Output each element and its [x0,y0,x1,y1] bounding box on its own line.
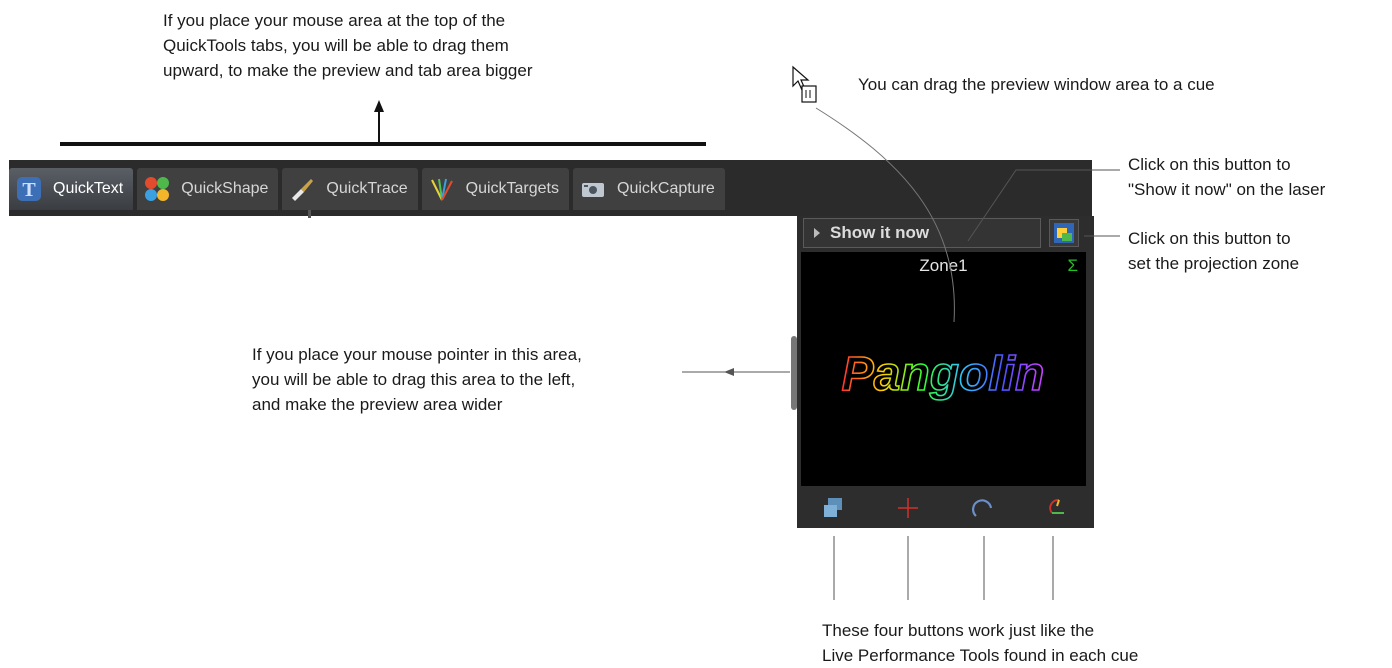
brush-icon [288,175,316,203]
shapes-icon [143,175,171,203]
tab-quicktargets[interactable]: QuickTargets [421,168,569,210]
tab-quickshape[interactable]: QuickShape [137,168,279,210]
tab-quicktext[interactable]: T QuickText [9,168,134,210]
drag-top-indicator [60,142,706,146]
text-t-icon: T [15,175,43,203]
zone-icon [1054,223,1074,243]
annotation-drag-left: If you place your mouse pointer in this … [252,345,582,414]
quicktools-tabs: T QuickText QuickShape QuickTrace QuickT… [9,168,729,210]
laser-text: Pangolin [841,347,1045,402]
drag-cursor-icon [792,65,817,103]
annotation-drag-top: If you place your mouse area at the top … [163,11,533,80]
annotation-drag-cue: You can drag the preview window area to … [858,75,1215,94]
beams-icon [428,175,456,203]
tab-quickcapture[interactable]: QuickCapture [573,168,725,210]
layers-icon [824,498,843,517]
live-performance-tools [797,488,1094,528]
camera-icon [579,175,607,203]
crosshair-icon [898,498,919,518]
effect-tool-button[interactable] [1039,490,1075,526]
tab-splitter [308,210,311,218]
annotation-show-now: Click on this button to "Show it now" on… [1128,155,1326,199]
play-icon [814,228,820,238]
preview-panel[interactable]: Show it now Zone1 Σ Pangolin [797,216,1094,528]
effect-icon [1049,498,1064,514]
annotation-four-buttons: These four buttons work just like the Li… [822,621,1139,665]
annotation-zone: Click on this button to set the projecti… [1128,229,1300,273]
position-tool-button[interactable] [890,490,926,526]
show-it-now-button[interactable]: Show it now [803,218,1041,248]
svg-text:Pangolin: Pangolin [842,348,1045,401]
svg-text:T: T [22,179,36,201]
annotation-lines [374,65,1120,600]
rotate-tool-button[interactable] [965,490,1001,526]
laser-preview-canvas[interactable]: Zone1 Σ Pangolin [801,252,1086,486]
rotate-icon [971,499,992,517]
tab-quicktrace[interactable]: QuickTrace [282,168,418,210]
layer-tool-button[interactable] [816,490,852,526]
projection-zone-button[interactable] [1049,219,1079,247]
